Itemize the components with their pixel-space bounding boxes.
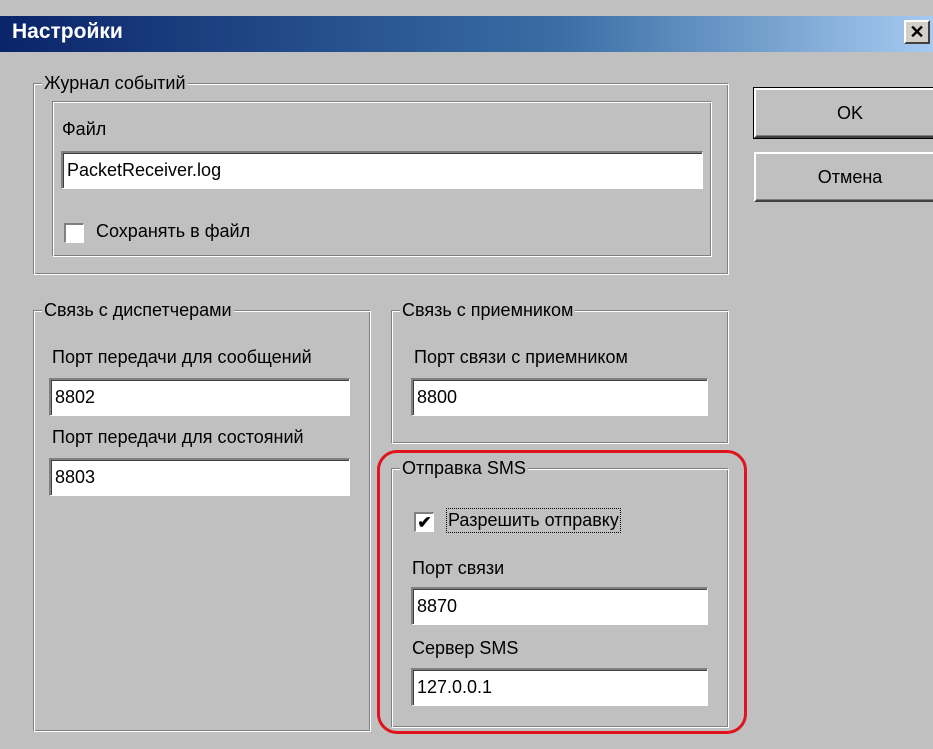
receiver-port-label: Порт связи с приемником — [414, 347, 628, 367]
settings-dialog: Настройки ✕ Журнал событий Файл Сохранят… — [0, 0, 933, 749]
receiver-group: Связь с приемником — [391, 298, 729, 444]
ok-button[interactable]: OK — [753, 87, 933, 139]
window-title: Настройки — [12, 20, 123, 43]
receiver-legend: Связь с приемником — [400, 298, 576, 322]
log-file-input[interactable] — [61, 151, 703, 189]
checkmark-icon: ✔ — [417, 513, 432, 532]
state-port-input[interactable] — [49, 458, 350, 496]
dispatchers-group: Связь с диспетчерами — [33, 298, 371, 732]
close-button[interactable]: ✕ — [904, 20, 930, 44]
close-icon: ✕ — [909, 22, 925, 42]
receiver-port-input[interactable] — [411, 378, 708, 416]
cancel-button[interactable]: Отмена — [754, 152, 933, 202]
save-to-file-checkbox[interactable] — [64, 223, 84, 243]
enable-sms-checkbox[interactable]: ✔ — [414, 512, 434, 532]
file-label: Файл — [62, 119, 107, 139]
title-bar[interactable]: Настройки ✕ — [0, 16, 933, 52]
sms-port-input[interactable] — [411, 587, 708, 625]
sms-server-label: Сервер SMS — [412, 638, 519, 658]
msg-port-label: Порт передачи для сообщений — [52, 347, 312, 367]
enable-sms-label[interactable]: Разрешить отправку — [446, 508, 621, 533]
sms-server-input[interactable] — [411, 668, 708, 706]
event-log-legend: Журнал событий — [42, 71, 188, 95]
save-to-file-label[interactable]: Сохранять в файл — [96, 221, 250, 242]
state-port-label: Порт передачи для состояний — [52, 427, 304, 447]
sms-legend: Отправка SMS — [400, 456, 528, 480]
msg-port-input[interactable] — [49, 378, 350, 416]
dispatchers-legend: Связь с диспетчерами — [42, 298, 234, 322]
sms-port-label: Порт связи — [412, 558, 505, 578]
